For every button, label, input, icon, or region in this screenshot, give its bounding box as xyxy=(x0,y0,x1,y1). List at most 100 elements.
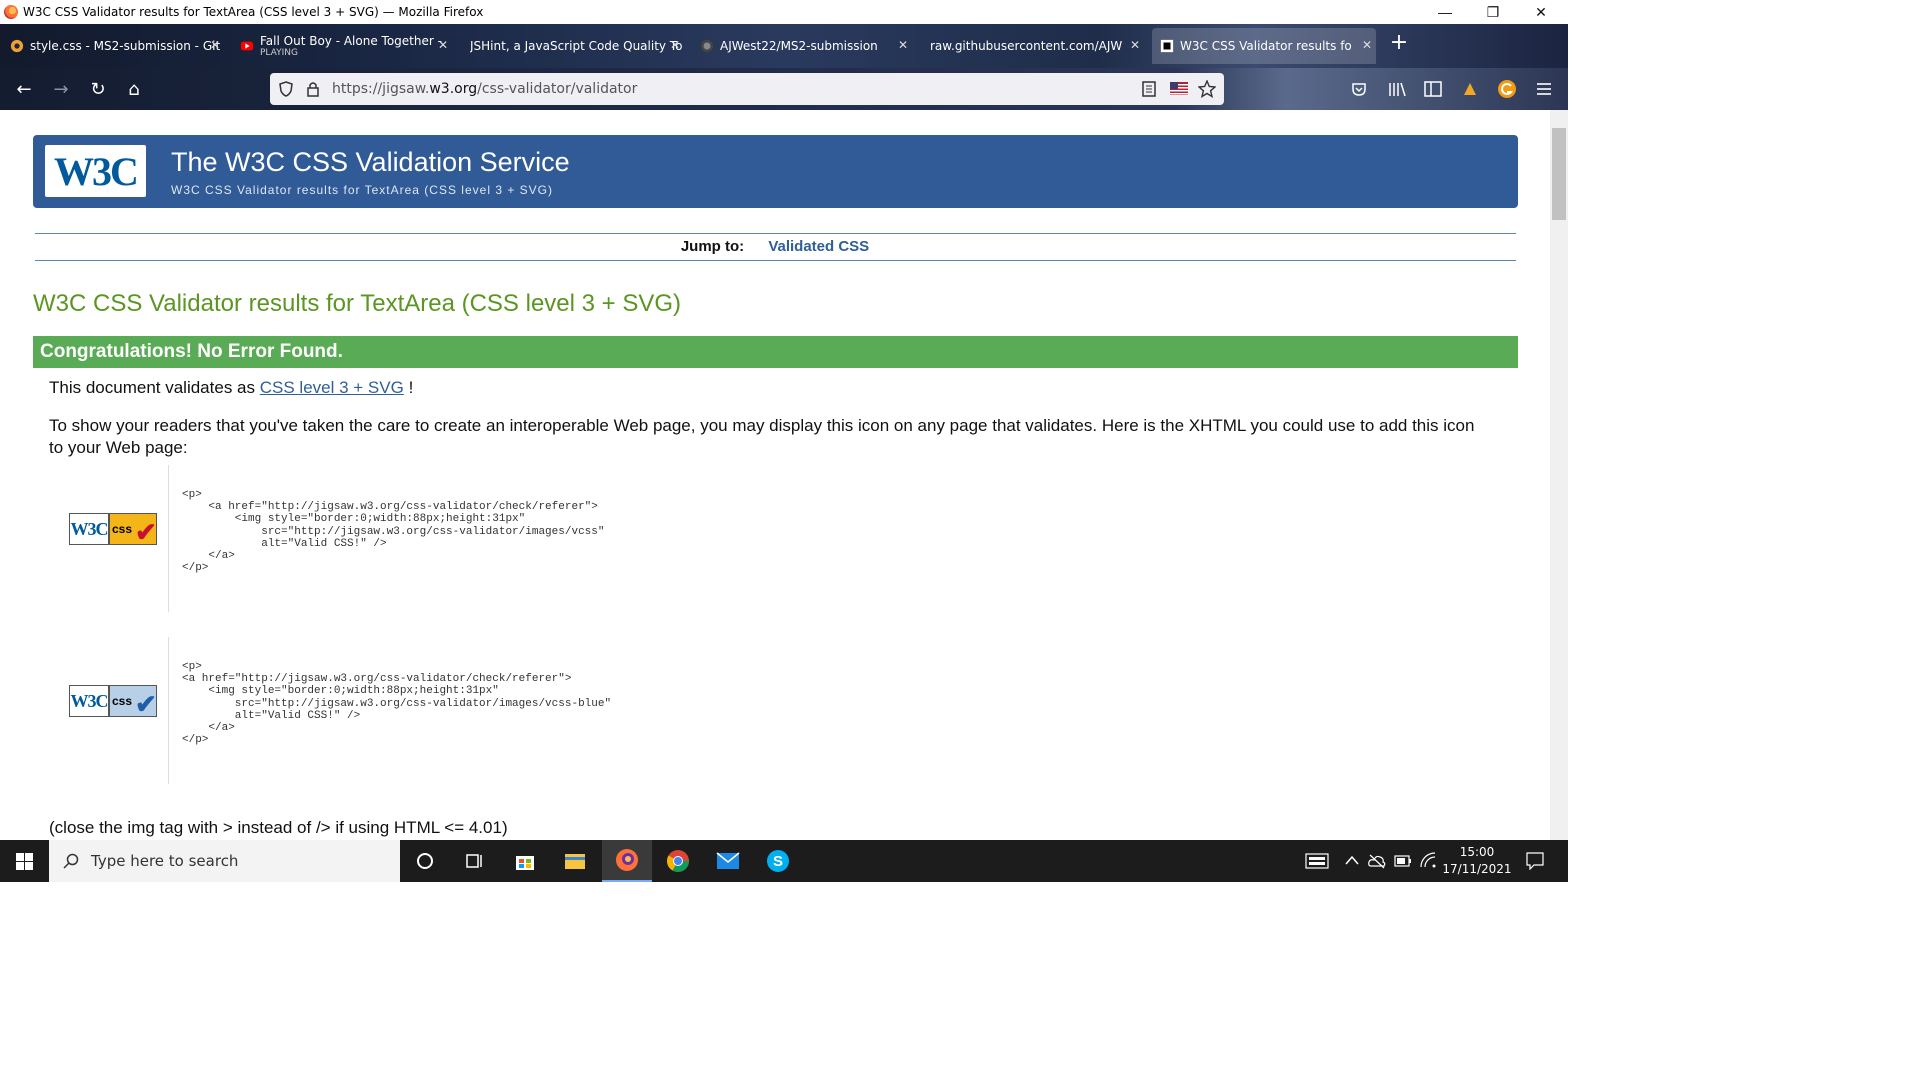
windows-start-icon[interactable] xyxy=(16,853,33,870)
window-title: W3C CSS Validator results for TextArea (… xyxy=(23,5,484,19)
close-window-button[interactable]: ✕ xyxy=(1518,0,1564,24)
address-bar[interactable]: https://jigsaw.w3.org/css-validator/vali… xyxy=(270,73,1224,105)
congrats-banner: Congratulations! No Error Found. xyxy=(33,336,1518,368)
vertical-scrollbar[interactable] xyxy=(1550,110,1568,840)
new-tab-button[interactable]: + xyxy=(1387,30,1411,55)
scrollbar-thumb[interactable] xyxy=(1552,128,1566,220)
validated-css-link[interactable]: Validated CSS xyxy=(768,238,869,255)
svg-text:S: S xyxy=(773,853,783,870)
shield-icon[interactable] xyxy=(278,81,294,97)
windows-taskbar: Type here to search S 15:00 17/11/2021 xyxy=(0,840,1568,882)
grammar-extension-icon[interactable] xyxy=(1497,79,1517,99)
tab-close-icon[interactable]: ✕ xyxy=(1130,38,1140,52)
badge-code-snippet-blue: <p> <a href="http://jigsaw.w3.org/css-va… xyxy=(182,661,612,747)
taskbar-clock[interactable]: 15:00 17/11/2021 xyxy=(1440,844,1514,878)
chrome-icon[interactable] xyxy=(653,840,703,882)
bookmark-star-icon[interactable] xyxy=(1198,80,1216,98)
tab-close-icon[interactable]: ✕ xyxy=(898,38,908,52)
tab-close-icon[interactable]: ✕ xyxy=(210,38,220,52)
divider xyxy=(35,260,1516,261)
extension-icon[interactable] xyxy=(1462,81,1478,97)
home-button[interactable]: ⌂ xyxy=(122,77,146,101)
tab-jshint[interactable]: JSHint, a JavaScript Code Quality To ✕ xyxy=(462,28,684,64)
github-icon xyxy=(700,39,714,53)
youtube-icon xyxy=(240,41,254,51)
window-titlebar: W3C CSS Validator results for TextArea (… xyxy=(0,0,1568,24)
w3c-icon xyxy=(1160,39,1174,53)
code-divider xyxy=(168,637,169,784)
tab-w3c-validator[interactable]: W3C CSS Validator results for T ✕ xyxy=(1152,28,1376,64)
checkmark-icon: ✔ xyxy=(135,689,157,719)
chevron-up-icon[interactable] xyxy=(1345,855,1359,865)
mail-icon[interactable] xyxy=(703,840,753,882)
valid-css-badge[interactable]: W3C css ✔ xyxy=(69,513,159,547)
url-text: https://jigsaw.w3.org/css-validator/vali… xyxy=(332,81,638,97)
tab-label: style.css - MS2-submission - Git xyxy=(30,39,221,53)
reload-button[interactable]: ↻ xyxy=(86,77,110,101)
divider xyxy=(35,233,1516,234)
pocket-icon[interactable] xyxy=(1351,81,1367,97)
taskbar-search-box[interactable]: Type here to search xyxy=(49,840,400,882)
tab-raw-github[interactable]: raw.githubusercontent.com/AJWest ✕ xyxy=(922,28,1144,64)
library-icon[interactable] xyxy=(1388,81,1406,97)
clock-date: 17/11/2021 xyxy=(1442,862,1512,876)
back-button[interactable]: ← xyxy=(12,77,36,101)
store-icon[interactable] xyxy=(500,840,550,882)
close-img-note: (close the img tag with > instead of /> … xyxy=(49,818,508,837)
jump-label: Jump to: xyxy=(680,238,745,255)
tab-close-icon[interactable]: ✕ xyxy=(438,38,448,52)
badge-w3c: W3C xyxy=(69,685,109,717)
tab-label: raw.githubusercontent.com/AJWest xyxy=(930,39,1122,53)
file-explorer-icon[interactable] xyxy=(550,840,600,882)
checkmark-icon: ✔ xyxy=(135,517,157,547)
minimize-button[interactable]: — xyxy=(1422,0,1468,24)
tab-label: Fall Out Boy - Alone Together - xyxy=(260,34,442,48)
validates-text: This document validates as CSS level 3 +… xyxy=(49,378,414,397)
us-flag-icon[interactable] xyxy=(1170,82,1188,95)
tab-youtube[interactable]: Fall Out Boy - Alone Together - PLAYING ✕ xyxy=(232,28,452,64)
skype-icon[interactable]: S xyxy=(753,840,803,882)
wifi-icon[interactable] xyxy=(1420,852,1436,868)
tab-label: JSHint, a JavaScript Code Quality To xyxy=(470,39,683,53)
firefox-taskbar-icon[interactable] xyxy=(602,840,652,882)
page-viewport: W3C The W3C CSS Validation Service W3C C… xyxy=(0,110,1550,840)
tab-style-css[interactable]: style.css - MS2-submission - Git ✕ xyxy=(2,28,224,64)
keyboard-icon[interactable] xyxy=(1305,853,1329,869)
cortana-icon[interactable] xyxy=(400,840,450,882)
task-view-icon[interactable] xyxy=(450,840,500,882)
tab-close-icon[interactable]: ✕ xyxy=(670,38,680,52)
tab-close-icon[interactable]: ✕ xyxy=(1362,38,1372,52)
badge-w3c: W3C xyxy=(69,513,109,545)
banner-title: The W3C CSS Validation Service xyxy=(171,147,570,177)
battery-icon[interactable] xyxy=(1394,854,1412,868)
show-readers-text: To show your readers that you've taken t… xyxy=(49,416,1475,457)
forward-button[interactable]: → xyxy=(49,77,73,101)
jump-nav: Jump to: Validated CSS xyxy=(0,238,1550,255)
page-banner: W3C The W3C CSS Validation Service W3C C… xyxy=(33,135,1518,208)
tab-ajwest-repo[interactable]: AJWest22/MS2-submission ✕ xyxy=(692,28,912,64)
firefox-icon xyxy=(4,5,18,19)
tab-playing-label: PLAYING xyxy=(260,48,298,58)
github-icon xyxy=(10,39,24,53)
w3c-logo[interactable]: W3C xyxy=(45,145,146,197)
code-divider xyxy=(168,465,169,612)
tab-label: AJWest22/MS2-submission xyxy=(720,39,878,53)
search-placeholder: Type here to search xyxy=(91,852,239,870)
sidebar-icon[interactable] xyxy=(1424,81,1442,97)
navigation-toolbar: ← → ↻ ⌂ https://jigsaw.w3.org/css-valida… xyxy=(0,68,1568,110)
restore-button[interactable]: ❐ xyxy=(1470,0,1516,24)
valid-css-blue-badge[interactable]: W3C css ✔ xyxy=(69,685,159,719)
tab-label: W3C CSS Validator results for T xyxy=(1180,39,1352,53)
badge-code-snippet: <p> <a href="http://jigsaw.w3.org/css-va… xyxy=(182,489,605,575)
clock-time: 15:00 xyxy=(1459,845,1495,859)
tab-strip: style.css - MS2-submission - Git ✕ Fall … xyxy=(0,24,1568,68)
search-icon xyxy=(63,853,79,869)
css-level-link[interactable]: CSS level 3 + SVG xyxy=(260,378,404,397)
banner-subtitle: W3C CSS Validator results for TextArea (… xyxy=(171,183,554,197)
lock-icon[interactable] xyxy=(306,81,320,97)
onedrive-icon[interactable] xyxy=(1368,853,1386,869)
reader-view-icon[interactable] xyxy=(1142,81,1156,97)
notification-icon[interactable] xyxy=(1526,852,1544,870)
results-title: W3C CSS Validator results for TextArea (… xyxy=(33,290,682,317)
menu-icon[interactable] xyxy=(1536,81,1552,97)
